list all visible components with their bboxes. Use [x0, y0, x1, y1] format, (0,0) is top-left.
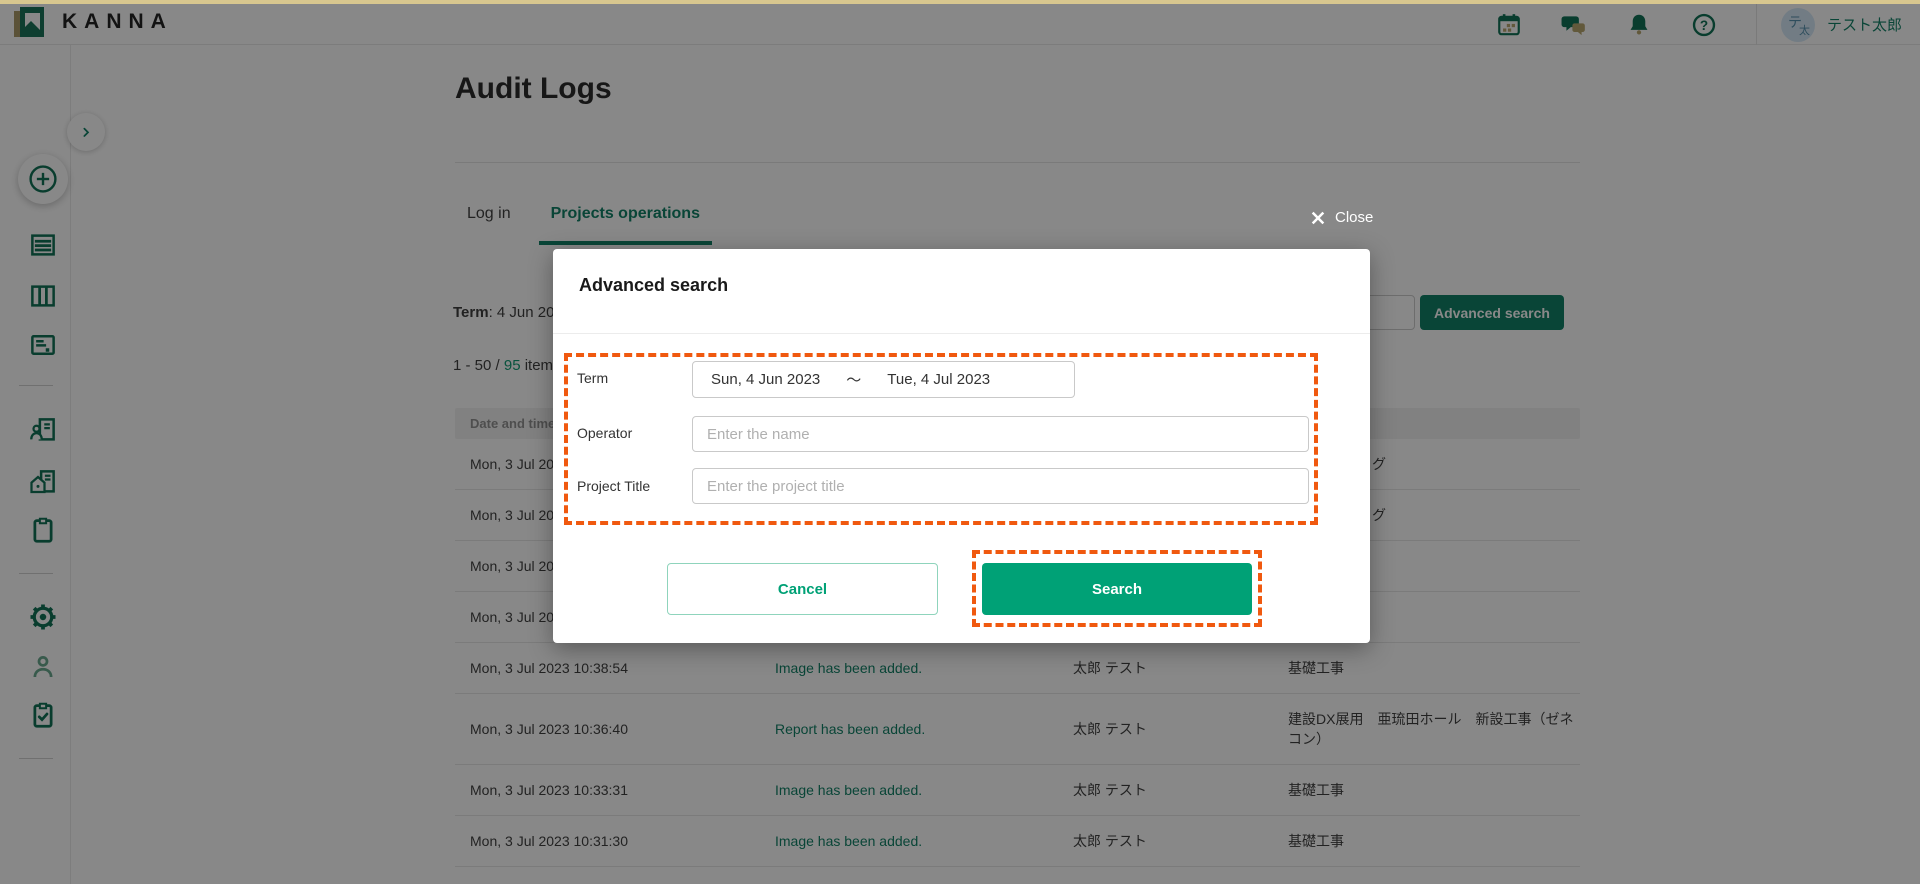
- advanced-search-modal: Advanced search Term Sun, 4 Jun 2023 ～ T…: [553, 249, 1370, 643]
- modal-title: Advanced search: [579, 275, 729, 295]
- close-label: Close: [1335, 209, 1374, 226]
- term-daterange-input[interactable]: Sun, 4 Jun 2023 ～ Tue, 4 Jul 2023: [692, 361, 1075, 398]
- close-icon: [1311, 211, 1325, 224]
- term-range-separator: ～: [846, 372, 862, 389]
- modal-close-button[interactable]: Close: [1310, 209, 1373, 226]
- project-title-field-label: Project Title: [577, 478, 651, 494]
- term-to-value: Tue, 4 Jul 2023: [887, 371, 991, 388]
- search-button[interactable]: Search: [982, 563, 1252, 615]
- term-from-value: Sun, 4 Jun 2023: [711, 371, 821, 388]
- project-title-input[interactable]: [692, 468, 1309, 504]
- term-field-label: Term: [577, 370, 609, 386]
- modal-divider: [553, 333, 1370, 334]
- operator-field-label: Operator: [577, 425, 633, 441]
- cancel-button[interactable]: Cancel: [667, 563, 938, 615]
- operator-input[interactable]: [692, 416, 1309, 452]
- top-accent-strip: [0, 0, 1920, 4]
